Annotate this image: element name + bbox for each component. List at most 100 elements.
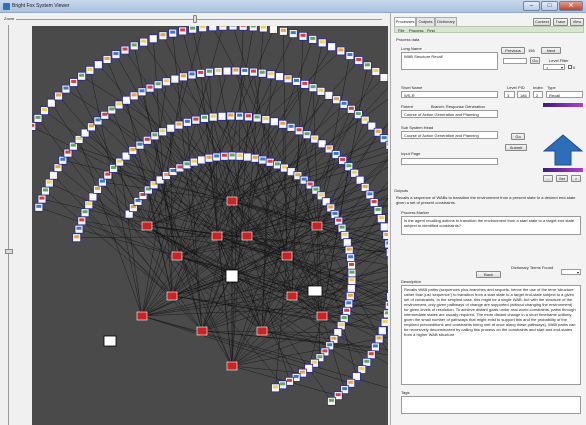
subsystem-go-button[interactable]: Go: [511, 133, 525, 140]
graph-node-icon: [170, 169, 176, 173]
minimize-button[interactable]: –: [523, 1, 540, 11]
arrow-set-button[interactable]: Set: [556, 175, 568, 182]
graph-edge: [216, 117, 258, 237]
graph-node-icon: [349, 278, 355, 282]
graph-node-icon: [176, 122, 182, 126]
short-name-field[interactable]: WS-R: [401, 91, 498, 98]
type-field[interactable]: Recall: [546, 91, 583, 98]
level-up-arrow[interactable]: [542, 134, 584, 166]
graph-node-icon: [319, 141, 325, 145]
graph-node-icon: [341, 101, 347, 105]
graph-canvas[interactable]: [32, 26, 388, 425]
graph-node-icon: [338, 323, 344, 327]
goto-button[interactable]: Go: [530, 57, 540, 64]
graph-node-icon: [302, 81, 308, 85]
graph-node-icon: [170, 30, 176, 34]
graph-panel: Zoom: [0, 13, 390, 425]
graph-node-icon: [381, 74, 387, 78]
graph-node-red[interactable]: [166, 291, 178, 301]
submit-button[interactable]: Submit: [505, 144, 527, 151]
index-field[interactable]: 2: [533, 91, 543, 98]
graph-node-icon: [268, 72, 274, 76]
graph-node-icon: [318, 88, 324, 92]
graph-node-red[interactable]: [226, 196, 238, 206]
process-marker-field[interactable]: Is the agent recalling actions to transi…: [401, 216, 581, 235]
graph-node-red[interactable]: [311, 221, 323, 231]
graph-node-icon: [233, 68, 239, 72]
graph-node-red[interactable]: [281, 251, 293, 261]
graph-node-red[interactable]: [286, 291, 298, 301]
tab-dictionary[interactable]: Dictionary: [435, 17, 457, 26]
graph-node-red[interactable]: [316, 311, 328, 321]
zoom-track[interactable]: [16, 19, 382, 20]
menu-file[interactable]: File: [398, 28, 404, 33]
graph-node-red[interactable]: [136, 311, 148, 321]
graph-node-icon: [296, 128, 302, 132]
graph-node-icon: [87, 67, 93, 71]
previous-button[interactable]: Previous: [501, 47, 525, 54]
graph-node[interactable]: [385, 248, 388, 258]
arrow-prev-button[interactable]: ...: [543, 175, 553, 182]
graph-node-icon: [344, 240, 350, 244]
zoom-slider-thumb[interactable]: [193, 15, 197, 23]
root-node[interactable]: [225, 269, 239, 283]
graph-node-red[interactable]: [211, 231, 223, 241]
graph-node-icon: [137, 142, 143, 146]
graph-node-icon: [193, 117, 199, 121]
graph-node-icon: [184, 119, 190, 123]
graph-node-icon: [144, 137, 150, 141]
process-graph[interactable]: [32, 26, 388, 425]
graph-node-icon: [237, 153, 243, 157]
back-button[interactable]: Back: [476, 271, 501, 278]
tags-field[interactable]: [401, 396, 581, 414]
close-button[interactable]: ✕: [559, 1, 583, 11]
description-field[interactable]: Recalls WAB paths (sequences plus branch…: [401, 285, 581, 385]
input-node[interactable]: [103, 335, 117, 347]
graph-node-red[interactable]: [171, 251, 183, 261]
graph-node-red[interactable]: [141, 221, 153, 231]
graph-node-icon: [341, 316, 347, 320]
graph-edge: [231, 200, 388, 345]
vertical-slider-track[interactable]: [8, 25, 9, 425]
menu-find[interactable]: Find: [427, 28, 435, 33]
graph-node-red[interactable]: [226, 361, 238, 371]
graph-node-icon: [274, 162, 280, 166]
chevron-down-icon: ▾: [576, 270, 579, 275]
menu-process[interactable]: Process: [409, 28, 423, 33]
tab-outputs[interactable]: Outputs: [416, 17, 435, 26]
graph-node-icon: [184, 162, 190, 166]
parent-field[interactable]: Course of Action Generation and Planning: [401, 110, 498, 118]
graph-node[interactable]: [386, 257, 388, 266]
arrow-next-button[interactable]: >: [571, 175, 581, 182]
type-label: Type: [547, 85, 556, 90]
maximize-button[interactable]: □: [541, 1, 558, 11]
graph-node-icon: [245, 154, 251, 158]
dictionary-dropdown[interactable]: ▾: [561, 269, 581, 275]
graph-node-red[interactable]: [256, 326, 268, 336]
context-button[interactable]: Context: [533, 18, 551, 26]
graph-node-icon: [123, 153, 129, 157]
pid-field[interactable]: 186: [517, 91, 530, 98]
goto-field[interactable]: [503, 58, 527, 64]
graph-node-red[interactable]: [241, 231, 253, 241]
level-filter-checkbox[interactable]: [568, 65, 572, 69]
next-button[interactable]: Next: [541, 47, 561, 54]
level-filter-dropdown[interactable]: 3 ▾: [543, 64, 565, 70]
graph-node-icon: [189, 72, 195, 76]
graph-node[interactable]: [228, 26, 238, 31]
graph-node[interactable]: [386, 292, 388, 301]
graph-edge: [45, 190, 173, 297]
view-button[interactable]: View: [570, 18, 584, 26]
vertical-slider[interactable]: [5, 25, 13, 425]
graph-edge: [88, 204, 293, 297]
subsystem-field[interactable]: Course of Action Generation and Planning: [401, 131, 498, 139]
input-page-field[interactable]: [401, 158, 498, 165]
graph-node-icon: [332, 211, 338, 215]
trace-button[interactable]: Trace: [553, 18, 568, 26]
vertical-slider-thumb[interactable]: [5, 249, 13, 254]
long-name-field[interactable]: WAB Structure Recall: [401, 52, 498, 70]
level-field[interactable]: 3: [504, 91, 515, 98]
output-node[interactable]: [307, 285, 323, 297]
graph-node-red[interactable]: [196, 326, 208, 336]
graph-node-icon: [90, 194, 96, 198]
